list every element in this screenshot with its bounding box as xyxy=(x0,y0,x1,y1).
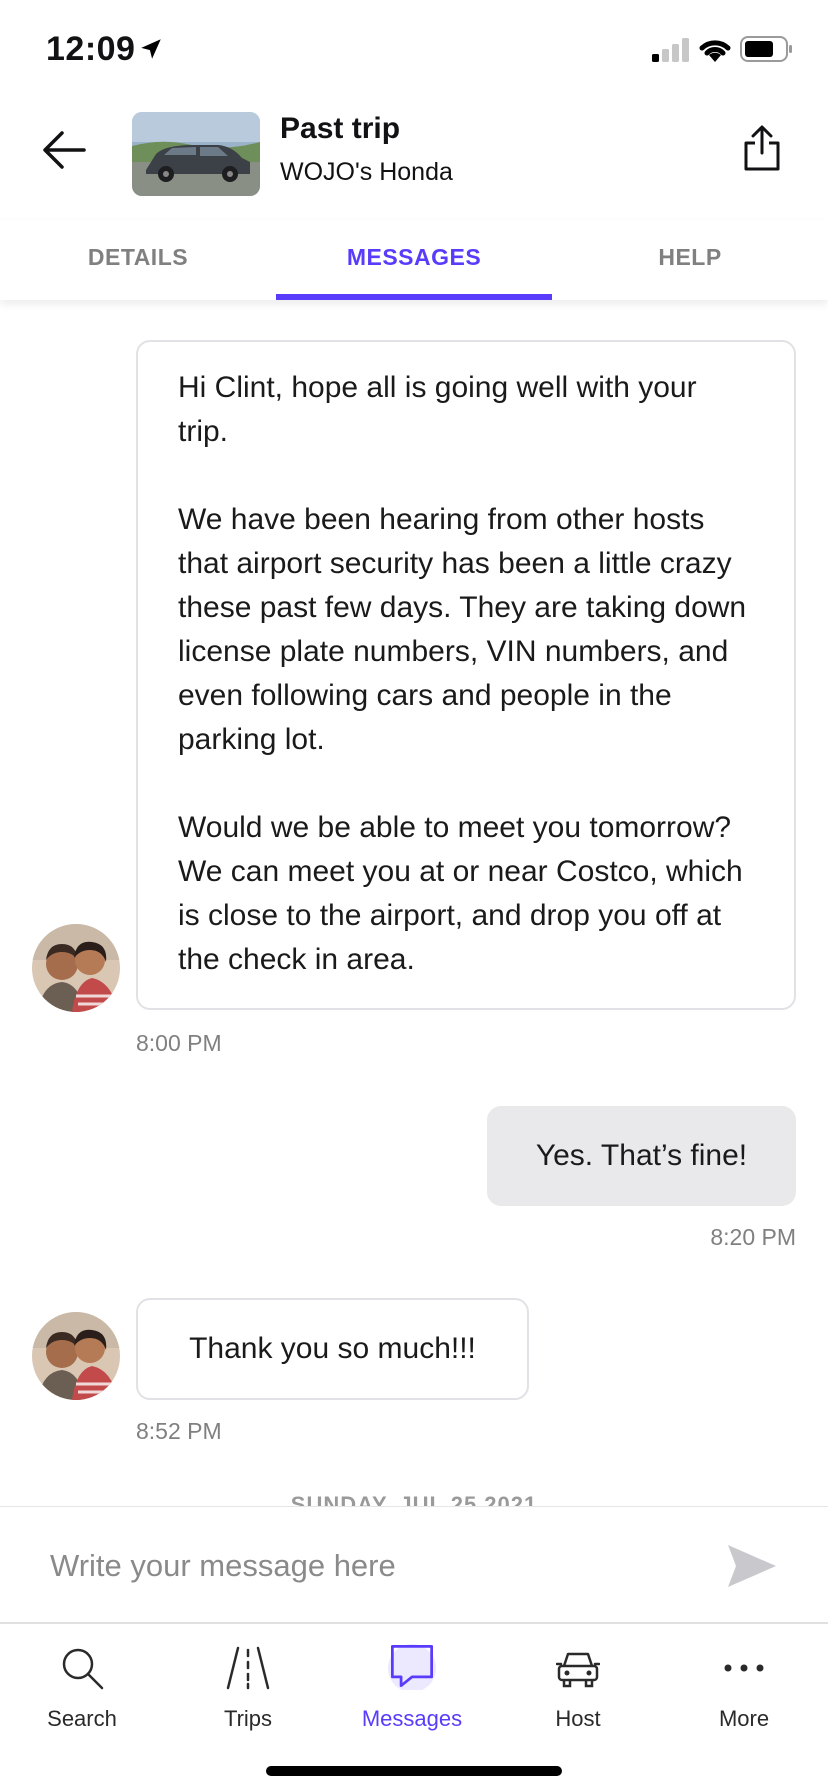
message-input[interactable] xyxy=(50,1543,690,1589)
status-time: 12:09 xyxy=(46,30,136,68)
location-arrow-icon xyxy=(141,39,161,59)
search-icon xyxy=(62,1648,104,1690)
message-text: Thank you so much!!! xyxy=(189,1332,476,1365)
message-timestamp: 8:20 PM xyxy=(710,1224,796,1250)
message-timestamp: 8:00 PM xyxy=(136,1030,222,1056)
road-icon xyxy=(226,1646,270,1690)
avatar-photo xyxy=(32,924,120,1012)
host-avatar[interactable] xyxy=(32,924,120,1012)
back-button[interactable] xyxy=(36,122,92,178)
wifi-icon xyxy=(699,40,731,62)
message-paragraph: We have been hearing from other hosts th… xyxy=(178,503,747,756)
nav-messages[interactable]: Messages xyxy=(342,1638,482,1738)
avatar-photo xyxy=(32,1312,120,1400)
host-avatar[interactable] xyxy=(32,1312,120,1400)
send-icon xyxy=(728,1545,776,1587)
message-text: Yes. That’s fine! xyxy=(535,1139,748,1172)
nav-more[interactable]: More xyxy=(674,1638,814,1738)
trip-header: Past trip WOJO's Honda xyxy=(0,100,828,220)
message-timestamp: 8:52 PM xyxy=(136,1418,222,1444)
incoming-message-bubble: Thank you so much!!! xyxy=(136,1298,529,1400)
nav-label: More xyxy=(718,1706,770,1731)
outgoing-message-bubble: Yes. That’s fine! xyxy=(487,1106,796,1206)
more-dots-icon xyxy=(724,1664,764,1672)
chat-bubble-icon xyxy=(388,1644,436,1690)
nav-label: Trips xyxy=(223,1706,273,1731)
share-icon xyxy=(744,125,780,171)
nav-label: Search xyxy=(47,1706,117,1731)
home-indicator xyxy=(266,1766,562,1776)
nav-label: Host xyxy=(555,1706,601,1731)
nav-search[interactable]: Search xyxy=(12,1638,152,1738)
message-paragraph: Hi Clint, hope all is going well with yo… xyxy=(178,371,697,448)
arrow-left-icon xyxy=(43,131,86,169)
battery-icon xyxy=(740,36,792,62)
send-button[interactable] xyxy=(726,1543,778,1589)
tab-help[interactable]: HELP xyxy=(552,220,828,300)
message-paragraph: Would we be able to meet you tomorrow? W… xyxy=(178,811,743,976)
share-button[interactable] xyxy=(734,118,790,178)
trip-tabs: DETAILS MESSAGES HELP xyxy=(0,220,828,300)
trip-status-title: Past trip xyxy=(280,112,401,145)
nav-label: Messages xyxy=(361,1706,463,1731)
nav-trips[interactable]: Trips xyxy=(178,1638,318,1738)
date-divider: SUNDAY, JUL 25 2021 xyxy=(290,1492,538,1506)
status-bar: 12:09 xyxy=(0,0,828,100)
cellular-signal-icon xyxy=(652,38,689,62)
incoming-message-bubble: Hi Clint, hope all is going well with yo… xyxy=(136,340,796,1010)
message-thread[interactable]: Hi Clint, hope all is going well with yo… xyxy=(0,300,828,1506)
car-icon xyxy=(556,1652,600,1688)
tab-messages[interactable]: MESSAGES xyxy=(276,220,552,300)
message-composer xyxy=(0,1506,828,1624)
car-photo xyxy=(132,112,260,196)
car-thumbnail[interactable] xyxy=(132,112,260,196)
nav-host[interactable]: Host xyxy=(508,1638,648,1738)
vehicle-name: WOJO's Honda xyxy=(280,158,453,186)
tab-details[interactable]: DETAILS xyxy=(0,220,276,300)
